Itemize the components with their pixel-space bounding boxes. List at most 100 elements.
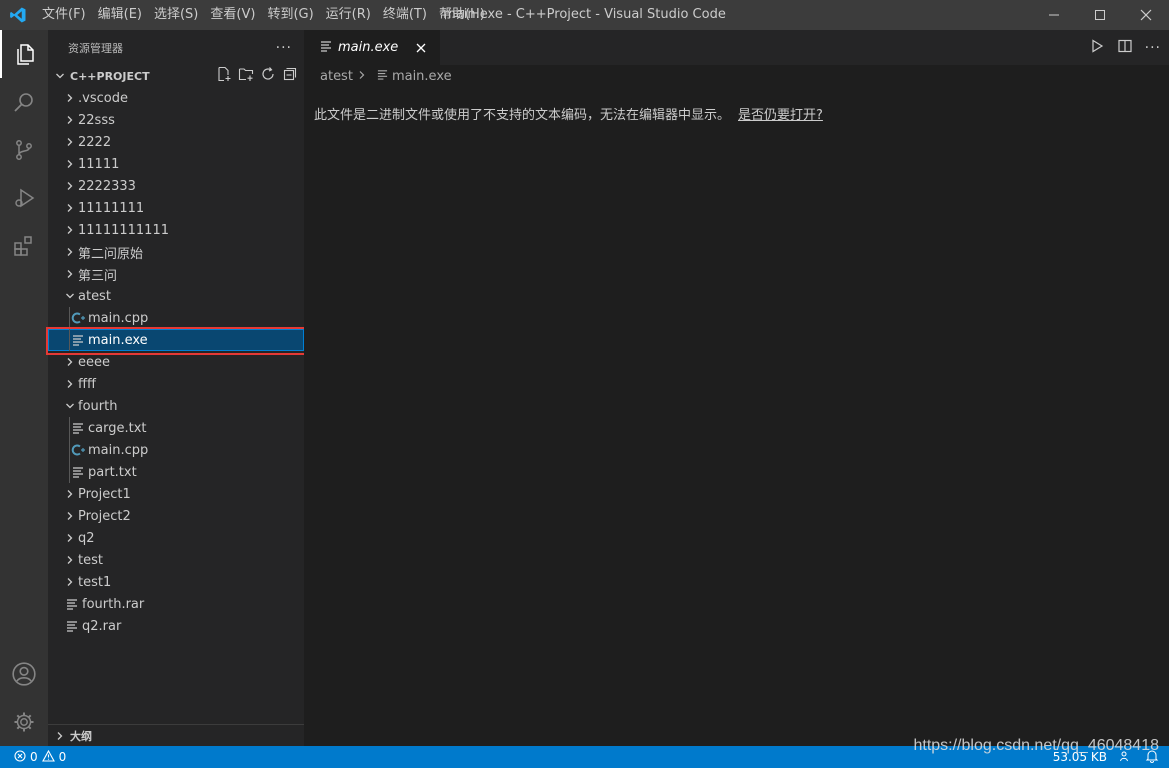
tree-item-label: Project1 <box>78 486 131 502</box>
tree-file[interactable]: carge.txt <box>48 417 304 439</box>
tree-folder[interactable]: q2 <box>48 527 304 549</box>
extensions-icon <box>14 236 32 256</box>
menu-item-3[interactable]: 查看(V) <box>204 0 261 30</box>
run-debug-activity-button[interactable] <box>0 174 48 222</box>
tree-folder[interactable]: fourth <box>48 395 304 417</box>
chevron-right-icon <box>62 574 78 590</box>
error-icon <box>14 749 26 765</box>
tree-folder[interactable]: test1 <box>48 571 304 593</box>
tree-file[interactable]: main.cpp <box>48 307 304 329</box>
breadcrumb-file[interactable]: main.exe <box>392 69 452 84</box>
tree-item-label: part.txt <box>88 464 137 480</box>
menu-item-6[interactable]: 终端(T) <box>377 0 433 30</box>
tree-folder[interactable]: .vscode <box>48 87 304 109</box>
outline-section[interactable]: 大纲 <box>48 724 304 746</box>
tree-folder[interactable]: ffff <box>48 373 304 395</box>
collapse-all-icon[interactable] <box>282 66 298 86</box>
account-icon <box>12 662 36 686</box>
tree-folder[interactable]: 2222 <box>48 131 304 153</box>
indent-guide <box>69 461 70 483</box>
tree-folder[interactable]: 第二问原始 <box>48 241 304 263</box>
tree-file[interactable]: part.txt <box>48 461 304 483</box>
menu-item-5[interactable]: 运行(R) <box>320 0 377 30</box>
chevron-right-icon <box>62 552 78 568</box>
search-icon <box>14 93 33 112</box>
tree-file[interactable]: fourth.rar <box>48 593 304 615</box>
run-debug-icon <box>15 188 35 208</box>
tree-item-label: 2222 <box>78 134 112 150</box>
tree-folder[interactable]: atest <box>48 285 304 307</box>
tree-item-label: 11111 <box>78 156 120 172</box>
tree-item-label: 第三问 <box>78 268 118 284</box>
accounts-activity-button[interactable] <box>0 650 48 698</box>
tree-folder[interactable]: 22sss <box>48 109 304 131</box>
outline-label: 大纲 <box>70 729 92 743</box>
more-actions-button[interactable]: ··· <box>276 40 292 56</box>
close-icon <box>1140 9 1152 21</box>
search-activity-button[interactable] <box>0 78 48 126</box>
chevron-right-icon <box>62 112 78 128</box>
tree-folder[interactable]: test <box>48 549 304 571</box>
cpp-file-icon <box>70 442 86 458</box>
open-anyway-link[interactable]: 是否仍要打开? <box>738 108 823 123</box>
chevron-right-icon <box>62 200 78 216</box>
tree-item-label: eeee <box>78 354 110 370</box>
minimize-button[interactable] <box>1031 0 1077 30</box>
file-lines-icon <box>64 618 80 634</box>
tree-folder[interactable]: Project1 <box>48 483 304 505</box>
tab-close-button[interactable] <box>412 39 430 57</box>
chevron-down-icon <box>52 71 68 81</box>
tree-folder[interactable]: 11111 <box>48 153 304 175</box>
chevron-right-icon <box>62 178 78 194</box>
tree-item-label: q2 <box>78 530 95 546</box>
tree-item-label: main.cpp <box>88 310 149 326</box>
warning-icon <box>41 749 55 765</box>
tree-folder[interactable]: 11111111111 <box>48 219 304 241</box>
vscode-logo-icon <box>0 0 36 30</box>
new-file-icon[interactable] <box>216 66 232 86</box>
menu-item-2[interactable]: 选择(S) <box>148 0 204 30</box>
explorer-title: 资源管理器 <box>68 41 123 55</box>
more-editor-actions-icon[interactable]: ··· <box>1145 40 1161 56</box>
close-icon <box>416 43 426 52</box>
run-icon[interactable] <box>1089 38 1105 58</box>
tree-item-label: 2222333 <box>78 178 136 194</box>
tree-folder[interactable]: eeee <box>48 351 304 373</box>
close-window-button[interactable] <box>1123 0 1169 30</box>
split-editor-icon[interactable] <box>1117 38 1133 58</box>
file-lines-icon <box>70 420 86 436</box>
menu-item-7[interactable]: 帮助(H) <box>433 0 491 30</box>
error-count: 0 <box>30 750 38 764</box>
indent-guide <box>69 417 70 439</box>
maximize-button[interactable] <box>1077 0 1123 30</box>
chevron-right-icon <box>52 731 68 741</box>
tree-folder[interactable]: Project2 <box>48 505 304 527</box>
source-control-activity-button[interactable] <box>0 126 48 174</box>
project-root[interactable]: C++PROJECT <box>48 65 304 87</box>
project-name: C++PROJECT <box>70 69 150 83</box>
chevron-right-icon <box>62 90 78 106</box>
menu-item-1[interactable]: 编辑(E) <box>92 0 148 30</box>
tree-file[interactable]: q2.rar <box>48 615 304 637</box>
tab-main-exe[interactable]: main.exe <box>304 30 441 65</box>
tree-folder[interactable]: 11111111 <box>48 197 304 219</box>
manage-activity-button[interactable] <box>0 698 48 746</box>
problems-indicator[interactable]: 0 0 <box>0 749 66 765</box>
extensions-activity-button[interactable] <box>0 222 48 270</box>
tree-file[interactable]: main.exe <box>48 329 304 351</box>
explorer-activity-button[interactable] <box>0 30 48 78</box>
chevron-down-icon <box>62 288 78 304</box>
menu-item-4[interactable]: 转到(G) <box>261 0 319 30</box>
menu-item-0[interactable]: 文件(F) <box>36 0 92 30</box>
new-folder-icon[interactable] <box>238 66 254 86</box>
breadcrumb: atest main.exe <box>304 65 1169 87</box>
tree-folder[interactable]: 2222333 <box>48 175 304 197</box>
title-bar: 文件(F) 编辑(E) 选择(S) 查看(V) 转到(G) 运行(R) 终端(T) 帮助(H)… <box>0 0 1169 30</box>
editor-area: main.exe ··· atest main.exe 此文件是二进制文件或使用… <box>304 30 1169 746</box>
tree-folder[interactable]: 第三问 <box>48 263 304 285</box>
refresh-icon[interactable] <box>260 66 276 86</box>
breadcrumb-folder[interactable]: atest <box>320 69 353 84</box>
chevron-right-icon <box>62 530 78 546</box>
tree-item-label: main.cpp <box>88 442 149 458</box>
tree-file[interactable]: main.cpp <box>48 439 304 461</box>
